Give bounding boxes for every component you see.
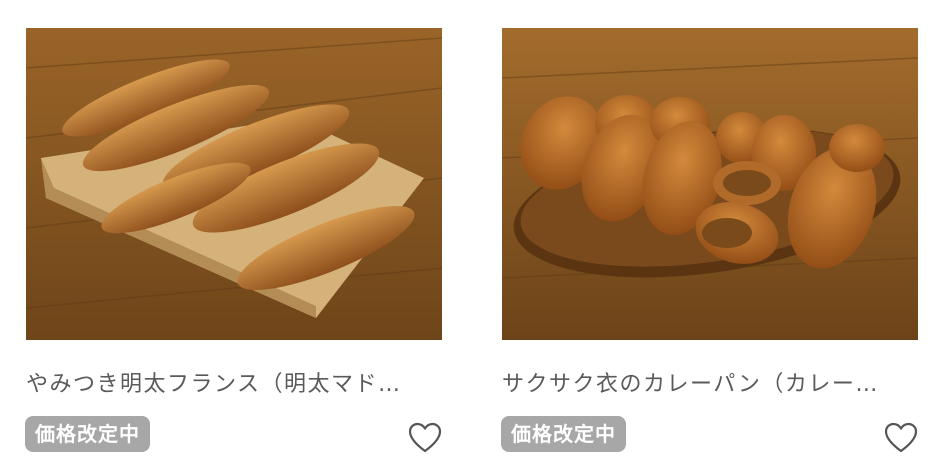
product-card[interactable]: やみつき明太フランス（明太マド… 価格改定中 [25,28,442,453]
product-title[interactable]: サクサク衣のカレーパン（カレー… [502,366,918,398]
product-image[interactable] [502,28,918,340]
price-revision-badge: 価格改定中 [501,416,626,452]
bread-photo-illustration [26,28,442,340]
product-card[interactable]: サクサク衣のカレーパン（カレー… 価格改定中 [501,28,918,453]
favorite-button[interactable] [408,422,442,454]
curry-bread-photo-illustration [502,28,918,340]
product-image[interactable] [26,28,442,340]
heart-outline-icon [884,422,918,453]
heart-outline-icon [408,422,442,453]
favorite-button[interactable] [884,422,918,454]
price-revision-badge: 価格改定中 [25,416,150,452]
product-title[interactable]: やみつき明太フランス（明太マド… [26,366,442,398]
